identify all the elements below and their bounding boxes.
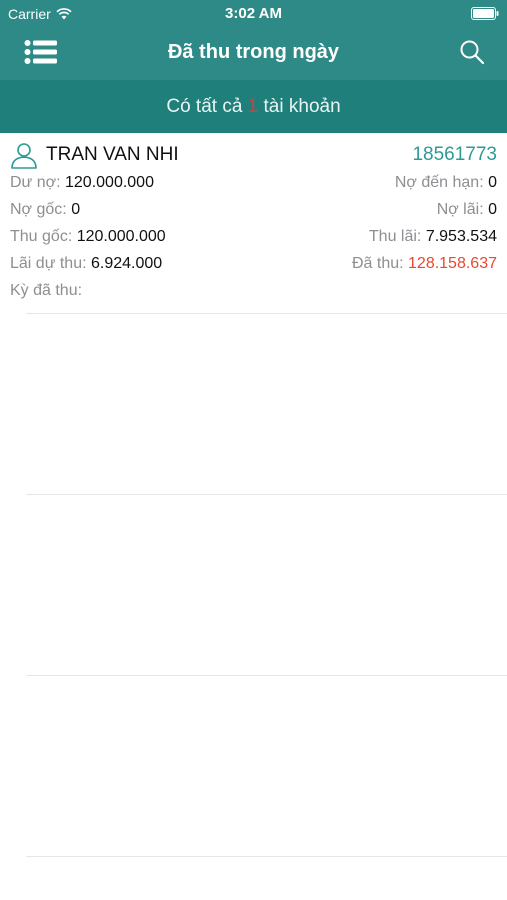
total-collected-label: Đã thu: [351,255,404,272]
summary-prefix: Có tất cả [166,95,248,117]
principal-debt-label: Nợ gốc: [10,201,67,218]
due-debt-label: Nợ đến hạn: [394,174,484,191]
detail-row-period: Kỳ đã thu: [10,279,497,303]
outstanding-value: 120.000.000 [65,174,154,191]
total-collected-value: 128.158.637 [408,255,497,272]
interest-debt-label: Nợ lãi: [436,201,484,218]
accrued-interest-label: Lãi dự thu: [10,255,87,272]
collected-period-label: Kỳ đã thu: [10,282,83,299]
app-header: Carrier 3:02 AM Đã thu trong ngày [0,0,507,80]
accrued-interest-value: 6.924.000 [91,255,163,272]
interest-debt-value: 0 [488,201,497,218]
row-separator [26,856,507,857]
search-icon[interactable] [459,39,485,65]
outstanding-label: Dư nợ: [10,174,61,191]
navigation-bar: Đã thu trong ngày [0,28,507,80]
interest-collected-label: Thu lãi: [368,228,422,245]
battery-icon [471,7,499,20]
interest-collected-value: 7.953.534 [425,228,497,245]
menu-list-icon[interactable] [24,39,58,65]
detail-row-collected: Thu gốc: 120.000.000 Thu lãi: 7.953.534 [10,225,497,249]
page-title: Đã thu trong ngày [167,41,340,63]
due-debt-value: 0 [488,174,497,191]
row-separator [26,675,507,676]
principal-collected-value: 120.000.000 [76,228,166,245]
status-bar: Carrier 3:02 AM [0,0,507,28]
account-count-bar: Có tất cả 1 tài khoản [0,80,507,133]
row-separator [26,313,507,314]
detail-row-debt: Nợ gốc: 0 Nợ lãi: 0 [10,198,497,222]
account-number: 18561773 [412,144,497,165]
account-header-row: TRAN VAN NHI 18561773 [10,141,497,169]
account-count: 1 [247,95,259,117]
user-icon [11,143,37,169]
account-name: TRAN VAN NHI [46,144,179,165]
account-name-group: TRAN VAN NHI [10,141,179,169]
principal-debt-value: 0 [71,201,81,218]
principal-collected-label: Thu gốc: [10,228,73,245]
detail-row-totals: Lãi dự thu: 6.924.000 Đã thu: 128.158.63… [10,252,497,276]
status-time: 3:02 AM [225,5,282,22]
account-list-item[interactable]: TRAN VAN NHI 18561773 Dư nợ: 120.000.000… [0,134,507,314]
row-separator [26,494,507,495]
summary-suffix: tài khoản [258,95,341,117]
detail-row-outstanding: Dư nợ: 120.000.000 Nợ đến hạn: 0 [10,171,497,195]
